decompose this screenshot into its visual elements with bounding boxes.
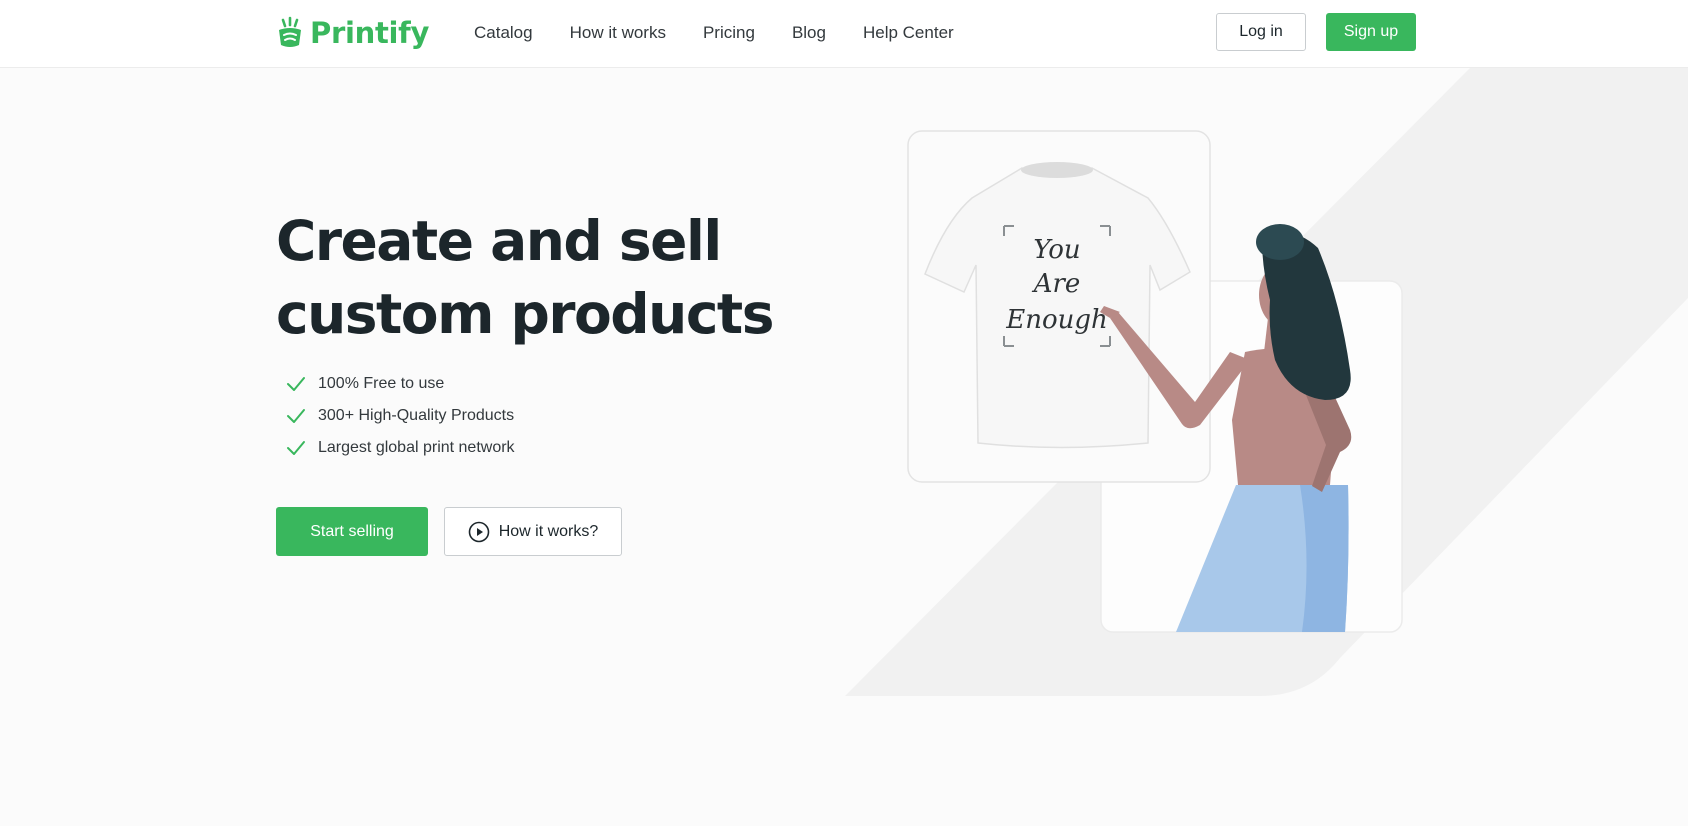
feature-item: 100% Free to use: [286, 368, 515, 400]
background-diagonal-band: [845, 68, 1688, 696]
hero-title-line-2: custom products: [276, 282, 774, 346]
nav-item-pricing[interactable]: Pricing: [703, 20, 755, 46]
check-icon: [287, 377, 305, 391]
nav-item-help-center[interactable]: Help Center: [863, 20, 954, 46]
login-button[interactable]: Log in: [1216, 13, 1306, 51]
feature-item: Largest global print network: [286, 432, 515, 464]
feature-item: 300+ High-Quality Products: [286, 400, 515, 432]
check-icon: [287, 441, 305, 455]
logo[interactable]: Printify: [276, 13, 429, 53]
site-header: Printify Catalog How it works Pricing Bl…: [0, 0, 1688, 68]
logo-wordmark: Printify: [310, 16, 430, 50]
main-nav: Catalog How it works Pricing Blog Help C…: [474, 20, 954, 46]
feature-text: 300+ High-Quality Products: [318, 407, 515, 424]
signup-button[interactable]: Sign up: [1326, 13, 1416, 51]
hero-title: Create and sell custom products: [276, 205, 796, 351]
start-selling-button[interactable]: Start selling: [276, 507, 428, 556]
nav-item-blog[interactable]: Blog: [792, 20, 826, 46]
feature-text: 100% Free to use: [318, 375, 445, 392]
feature-text: Largest global print network: [318, 439, 515, 456]
feature-list: 100% Free to use 300+ High-Quality Produ…: [286, 368, 515, 464]
play-circle-icon: [468, 521, 490, 542]
how-it-works-label: How it works?: [498, 522, 599, 540]
check-icon: [287, 409, 305, 423]
nav-item-how-it-works[interactable]: How it works: [570, 20, 666, 46]
nav-item-catalog[interactable]: Catalog: [474, 20, 533, 46]
how-it-works-button[interactable]: How it works?: [444, 507, 622, 556]
printify-logo-icon: [279, 16, 301, 47]
hero-title-line-1: Create and sell: [276, 209, 722, 273]
